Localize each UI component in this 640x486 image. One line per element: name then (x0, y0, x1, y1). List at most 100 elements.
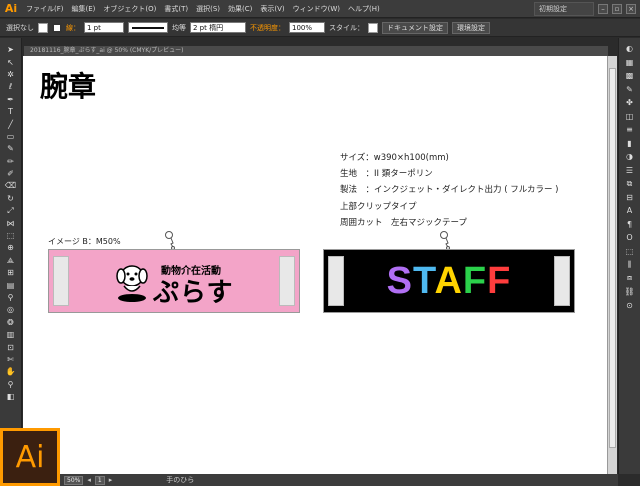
page-field[interactable]: 1 (94, 475, 105, 485)
menu-object[interactable]: オブジェクト(O) (99, 4, 160, 14)
transparency-panel-icon[interactable]: ◑ (623, 150, 637, 164)
eyedropper-tool-icon[interactable]: ⚲ (4, 292, 18, 304)
close-icon[interactable]: × (626, 3, 636, 14)
minimize-icon[interactable]: – (598, 3, 608, 14)
layers-panel-icon[interactable]: ⧉ (623, 177, 637, 191)
fill-stroke-icon[interactable]: ◧ (4, 391, 18, 403)
magic-wand-tool-icon[interactable]: ✲ (4, 69, 18, 81)
stroke-panel-icon[interactable]: ≡ (623, 123, 637, 137)
paragraph-panel-icon[interactable]: ¶ (623, 218, 637, 232)
color-panel-icon[interactable]: ◐ (623, 42, 637, 56)
style-swatch[interactable] (368, 22, 378, 33)
zoom-field[interactable]: 50% (64, 475, 84, 485)
menu-effect[interactable]: 効果(C) (224, 4, 256, 14)
menu-bar: Ai ファイル(F) 編集(E) オブジェクト(O) 書式(T) 選択(S) 効… (0, 0, 640, 18)
swatches-panel-icon[interactable]: ▩ (623, 69, 637, 83)
artboard-tool-icon[interactable]: ⊡ (4, 341, 18, 353)
transform-panel-icon[interactable]: ⬚ (623, 245, 637, 259)
type-tool-icon[interactable]: T (4, 106, 18, 118)
staff-letter: F (462, 260, 488, 302)
stroke-weight-field[interactable]: 1 pt (84, 22, 124, 33)
hand-tool-icon[interactable]: ✋ (4, 366, 18, 378)
menu-window[interactable]: ウィンドウ(W) (289, 4, 344, 14)
spec-method: 製法 ：インクジェット・ダイレクト出力 ( フルカラー ) (340, 185, 559, 196)
width-tool-icon[interactable]: ⋈ (4, 217, 18, 229)
symbol-sprayer-tool-icon[interactable]: ❂ (4, 317, 18, 329)
status-bar: 50% ◂ 1 ▸ 手のひら (60, 474, 618, 486)
staff-text: STAFF (324, 260, 574, 303)
slice-tool-icon[interactable]: ✄ (4, 354, 18, 366)
page-title: 腕章 (40, 70, 97, 103)
color-guide-icon[interactable]: ▦ (623, 56, 637, 70)
blob-brush-tool-icon[interactable]: ✐ (4, 168, 18, 180)
align-panel-icon[interactable]: ⫼ (623, 258, 637, 272)
app-logo: Ai (4, 2, 18, 15)
shape-builder-tool-icon[interactable]: ⊕ (4, 242, 18, 254)
staff-letter: F (487, 260, 512, 302)
opacity-label[interactable]: 不透明度： (250, 23, 285, 33)
spec-list: サイズ：w390×h100(mm) 生地 ：II 類ターポリン 製法 ：インクジ… (340, 150, 559, 231)
menu-select[interactable]: 選択(S) (192, 4, 224, 14)
gradient-panel-icon[interactable]: ▮ (623, 137, 637, 151)
brush-select[interactable]: 2 pt 楕円 (190, 22, 246, 33)
menu-view[interactable]: 表示(V) (256, 4, 288, 14)
staff-letter: A (434, 260, 463, 302)
fill-swatch[interactable] (38, 22, 48, 33)
opacity-field[interactable]: 100% (289, 22, 325, 33)
document-tab[interactable]: 20181116_腕章_ぷらす_ai @ 50% (CMYK/プレビュー) (24, 46, 608, 56)
armband-pink[interactable]: 動物介在活動 ぷらす (48, 249, 300, 313)
zoom-tool-icon[interactable]: ⚲ (4, 379, 18, 391)
armband-black[interactable]: STAFF (323, 249, 575, 313)
rotate-tool-icon[interactable]: ↻ (4, 193, 18, 205)
selection-tool-icon[interactable]: ➤ (4, 44, 18, 56)
pen-tool-icon[interactable]: ✒ (4, 94, 18, 106)
panel-dock: ◐ ▦ ▩ ✎ ✤ ◫ ≡ ▮ ◑ ☰ ⧉ ⊟ A ¶ O ⬚ ⫼ ⧈ ⛓ ⊙ (618, 38, 640, 474)
stroke-label[interactable]: 線： (66, 23, 80, 33)
appearance-panel-icon[interactable]: ☰ (623, 164, 637, 178)
current-tool-label: 手のひら (166, 476, 195, 484)
artboards-panel-icon[interactable]: ⊟ (623, 191, 637, 205)
stroke-profile[interactable]: 均等 (172, 23, 186, 33)
character-panel-icon[interactable]: A (623, 204, 637, 218)
eraser-tool-icon[interactable]: ⌫ (4, 180, 18, 192)
velcro-left (53, 256, 69, 306)
direct-selection-tool-icon[interactable]: ↖ (4, 56, 18, 68)
scale-tool-icon[interactable]: ⤢ (4, 205, 18, 217)
menu-type[interactable]: 書式(T) (160, 4, 192, 14)
document-settings-button[interactable]: ドキュメント設定 (382, 21, 448, 34)
mesh-tool-icon[interactable]: ⊞ (4, 267, 18, 279)
brushes-panel-icon[interactable]: ✎ (623, 83, 637, 97)
prev-page-icon[interactable]: ◂ (87, 476, 91, 484)
rectangle-tool-icon[interactable]: ▭ (4, 131, 18, 143)
pencil-tool-icon[interactable]: ✏ (4, 156, 18, 168)
gradient-tool-icon[interactable]: ▤ (4, 279, 18, 291)
pathfinder-panel-icon[interactable]: ⧈ (623, 272, 637, 286)
lasso-tool-icon[interactable]: ℓ (4, 81, 18, 93)
velcro-right (279, 256, 295, 306)
opentype-panel-icon[interactable]: O (623, 231, 637, 245)
scrollbar-thumb[interactable] (609, 68, 616, 448)
perspective-grid-tool-icon[interactable]: ⟁ (4, 255, 18, 267)
workspace-preset-select[interactable]: 初期設定 (534, 1, 594, 16)
restore-icon[interactable]: ▫ (612, 3, 622, 14)
graphic-styles-icon[interactable]: ◫ (623, 110, 637, 124)
line-tool-icon[interactable]: ╱ (4, 118, 18, 130)
control-bar: 選択なし 線： 1 pt 均等 2 pt 楕円 不透明度： 100% スタイル：… (0, 19, 640, 37)
free-transform-tool-icon[interactable]: ⬚ (4, 230, 18, 242)
links-panel-icon[interactable]: ⛓ (623, 285, 637, 299)
blend-tool-icon[interactable]: ◎ (4, 304, 18, 316)
stroke-swatch[interactable] (52, 22, 62, 33)
next-page-icon[interactable]: ▸ (109, 476, 113, 484)
navigator-panel-icon[interactable]: ⊙ (623, 299, 637, 313)
menu-help[interactable]: ヘルプ(H) (344, 4, 384, 14)
column-graph-tool-icon[interactable]: ▥ (4, 329, 18, 341)
vertical-scrollbar[interactable] (607, 56, 617, 474)
symbols-panel-icon[interactable]: ✤ (623, 96, 637, 110)
menu-edit[interactable]: 編集(E) (68, 4, 100, 14)
paintbrush-tool-icon[interactable]: ✎ (4, 143, 18, 155)
image-label: イメージ B：M50% (48, 237, 121, 246)
menu-file[interactable]: ファイル(F) (22, 4, 68, 14)
selection-status: 選択なし (6, 23, 34, 32)
stroke-style-select[interactable] (128, 22, 168, 33)
preferences-button[interactable]: 環境設定 (452, 21, 490, 34)
